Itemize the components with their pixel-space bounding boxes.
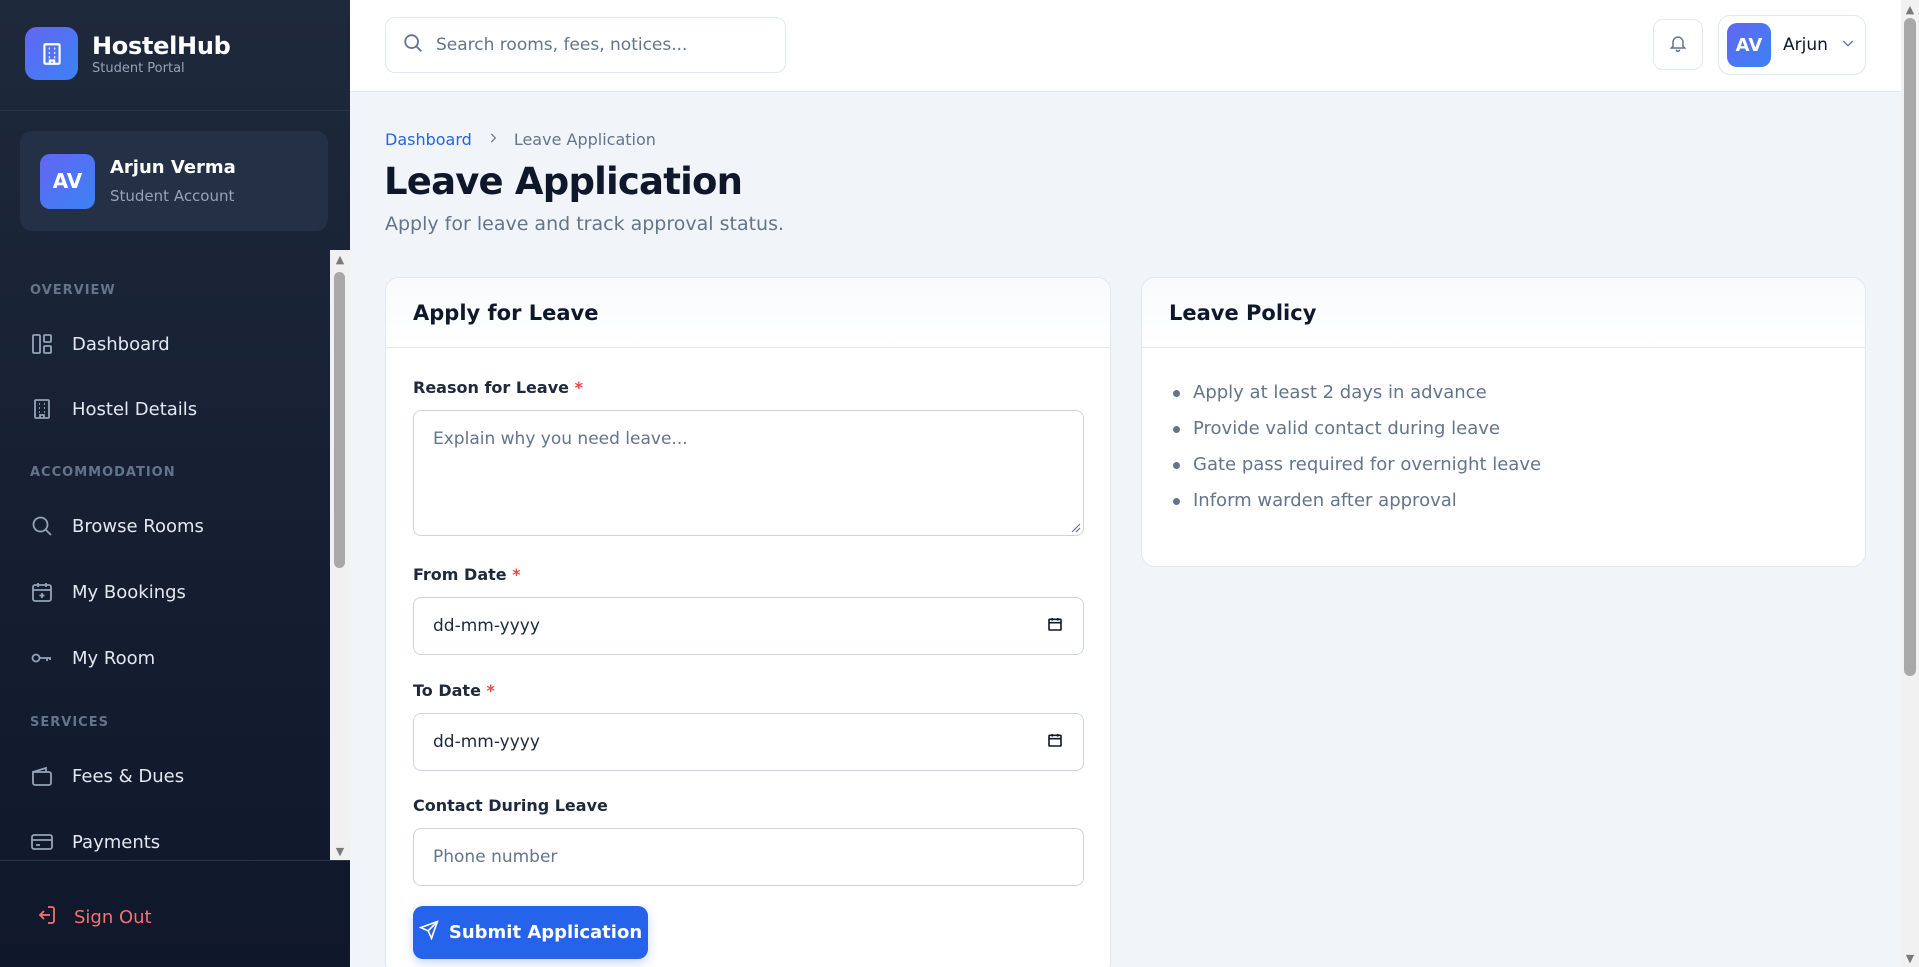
from-date-value: dd-mm-yyyy [433,616,540,636]
brand[interactable]: HostelHub Student Portal [25,27,231,80]
sidebar-item-label: Payments [72,831,161,853]
send-icon [418,920,439,945]
sidebar-item-my-bookings[interactable]: My Bookings [14,566,319,618]
sidebar-item-label: My Bookings [72,581,186,603]
building-icon [30,397,54,421]
required-mark: * [486,681,495,700]
user-role: Student Account [110,187,235,205]
required-mark: * [512,565,521,584]
nav-section-services: SERVICES [30,715,109,730]
card-title: Leave Policy [1142,278,1865,348]
apply-leave-card: Apply for Leave Reason for Leave * From … [385,277,1111,967]
signout-area: Sign Out [0,860,350,967]
nav-section-accommodation: ACCOMMODATION [30,465,176,480]
scroll-down-arrow-icon[interactable]: ▼ [330,842,350,860]
chevron-right-icon [486,130,500,149]
profile-menu-button[interactable]: AV Arjun [1718,15,1866,75]
leave-policy-card: Leave Policy Apply at least 2 days in ad… [1141,277,1866,567]
breadcrumb-dashboard-link[interactable]: Dashboard [385,130,472,149]
to-date-value: dd-mm-yyyy [433,732,540,752]
list-item: Provide valid contact during leave [1169,414,1865,450]
page-title: Leave Application [384,160,743,203]
sidebar-item-payments[interactable]: Payments [14,816,319,860]
sidebar-item-hostel-details[interactable]: Hostel Details [14,383,319,435]
search-input[interactable] [436,35,756,55]
breadcrumb: Dashboard Leave Application [385,130,656,149]
to-date-input[interactable]: dd-mm-yyyy [413,713,1084,771]
sidebar-item-label: Fees & Dues [72,765,185,787]
from-date-label-text: From Date [413,565,507,584]
wallet-icon [30,764,54,788]
scrollbar-thumb[interactable] [1904,18,1916,676]
sidebar-item-label: My Room [72,647,156,669]
contact-label: Contact During Leave [413,796,608,815]
sidebar-item-label: Browse Rooms [72,515,204,537]
list-item: Inform warden after approval [1169,486,1865,522]
key-icon [30,646,54,670]
list-item: Gate pass required for overnight leave [1169,450,1865,486]
sign-out-button[interactable]: Sign Out [34,903,152,932]
calendar-plus-icon [30,580,54,604]
calendar-icon[interactable] [1047,732,1063,753]
profile-name: Arjun [1783,35,1828,55]
sidebar-scrollbar[interactable]: ▲ ▼ [330,250,350,860]
topbar: AV Arjun [350,0,1901,92]
contact-phone-input[interactable] [413,828,1084,886]
user-card[interactable]: AV Arjun Verma Student Account [20,131,328,231]
required-mark: * [574,378,583,397]
page-subtitle: Apply for leave and track approval statu… [385,213,785,235]
reason-label-text: Reason for Leave [413,378,569,397]
sidebar-item-label: Hostel Details [72,398,198,420]
nav-section-overview: OVERVIEW [30,283,116,298]
dashboard-icon [30,332,54,356]
logout-icon [34,903,58,932]
calendar-icon[interactable] [1047,616,1063,637]
notifications-button[interactable] [1653,19,1703,70]
sign-out-label: Sign Out [74,907,152,928]
sidebar-item-browse-rooms[interactable]: Browse Rooms [14,500,319,552]
breadcrumb-current: Leave Application [513,130,656,149]
resize-handle-icon[interactable] [1071,523,1081,533]
bell-icon [1668,33,1688,57]
reason-label: Reason for Leave * [413,378,583,397]
building-logo-icon [25,27,78,80]
sidebar-item-fees-dues[interactable]: Fees & Dues [14,750,319,802]
page-scrollbar[interactable]: ▲ ▼ [1901,0,1919,967]
from-date-label: From Date * [413,565,521,584]
to-date-label: To Date * [413,681,495,700]
scroll-up-arrow-icon[interactable]: ▲ [1901,0,1919,18]
scroll-up-arrow-icon[interactable]: ▲ [330,250,350,268]
sidebar-item-my-room[interactable]: My Room [14,632,319,684]
to-date-label-text: To Date [413,681,481,700]
submit-application-button[interactable]: Submit Application [413,906,648,959]
user-name: Arjun Verma [110,157,236,178]
sidebar-item-label: Dashboard [72,333,170,355]
scroll-down-arrow-icon[interactable]: ▼ [1901,949,1919,967]
search-box[interactable] [385,17,786,73]
avatar: AV [40,153,95,209]
brand-name: HostelHub [92,31,231,60]
avatar: AV [1727,23,1771,67]
divider [0,110,350,111]
sidebar-nav[interactable]: OVERVIEW Dashboard Hostel Details ACCOMM… [0,250,330,860]
submit-label: Submit Application [448,922,643,943]
policy-list: Apply at least 2 days in advance Provide… [1142,348,1865,522]
search-icon [30,514,54,538]
scrollbar-thumb[interactable] [334,272,345,568]
from-date-input[interactable]: dd-mm-yyyy [413,597,1084,655]
search-icon [402,32,424,58]
sidebar: HostelHub Student Portal AV Arjun Verma … [0,0,350,967]
reason-textarea[interactable] [413,410,1084,536]
sidebar-item-dashboard[interactable]: Dashboard [14,318,319,370]
card-title: Apply for Leave [386,278,1110,348]
chevron-down-icon [1840,35,1856,55]
brand-subtitle: Student Portal [92,60,185,76]
credit-card-icon [30,830,54,854]
list-item: Apply at least 2 days in advance [1169,378,1865,414]
